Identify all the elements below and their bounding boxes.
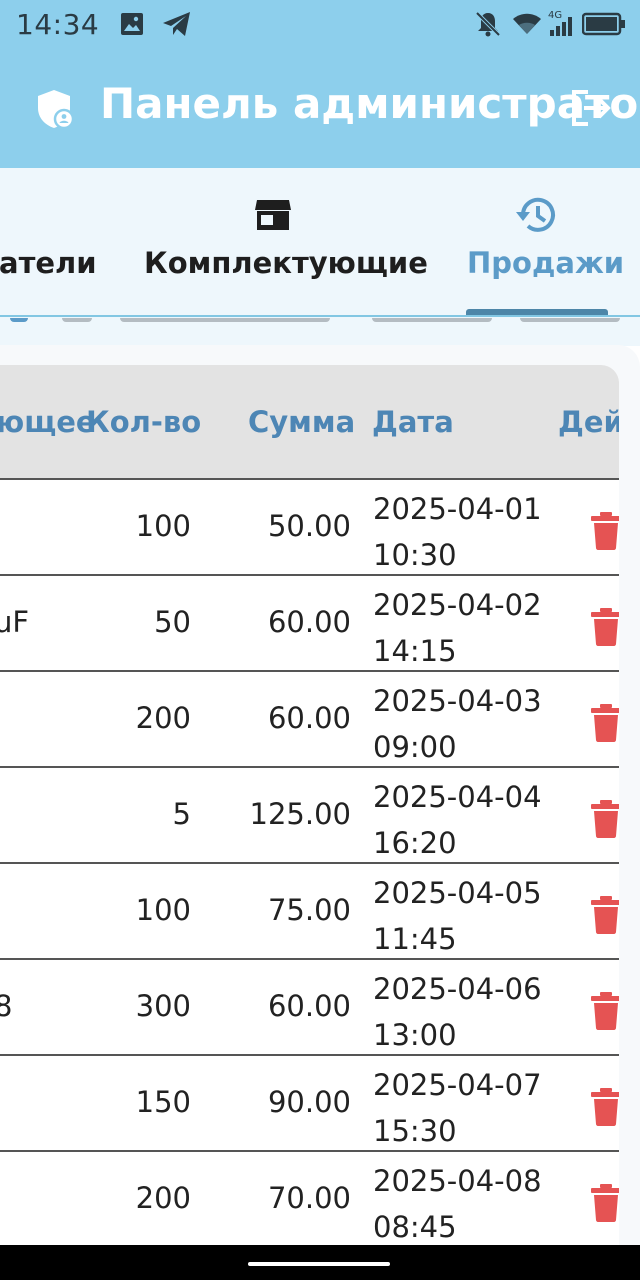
row-date: 2025-04-03 09:00 xyxy=(373,684,542,764)
tab-users-label: атели xyxy=(0,246,97,280)
network-type: 4G xyxy=(548,10,562,21)
row-date: 2025-04-08 08:45 xyxy=(373,1164,542,1244)
history-icon xyxy=(514,194,558,240)
screen: 14:34 4G Панель администратора атели Ком… xyxy=(0,0,640,1280)
battery-icon xyxy=(581,12,626,40)
row-date: 2025-04-02 14:15 xyxy=(373,588,542,668)
row-name: uF xyxy=(0,605,30,639)
tab-bar: атели Комплектующие Продажи xyxy=(0,168,640,318)
trash-icon[interactable] xyxy=(591,800,619,842)
row-sum: 60.00 xyxy=(267,605,351,639)
col-date[interactable]: Дата xyxy=(372,405,454,439)
table-row[interactable]: 100 75.00 2025-04-05 11:45 xyxy=(0,864,619,960)
wifi-icon xyxy=(512,12,542,40)
status-bar: 14:34 4G xyxy=(0,0,640,50)
row-date: 2025-04-01 10:30 xyxy=(373,492,542,572)
home-gesture-handle[interactable] xyxy=(248,1262,390,1266)
app-bar: Панель администратора xyxy=(0,50,640,168)
row-sum: 60.00 xyxy=(267,989,351,1023)
row-sum: 70.00 xyxy=(267,1181,351,1215)
gallery-icon xyxy=(120,12,144,40)
trash-icon[interactable] xyxy=(591,608,619,650)
row-qty: 100 xyxy=(135,893,191,927)
row-date: 2025-04-04 16:20 xyxy=(373,780,542,860)
tabs-divider xyxy=(0,315,640,317)
tab-sales-label: Продажи xyxy=(467,246,625,280)
status-time: 14:34 xyxy=(16,8,100,41)
row-date: 2025-04-07 15:30 xyxy=(373,1068,542,1148)
logout-icon[interactable] xyxy=(570,88,614,132)
row-qty: 200 xyxy=(135,1181,191,1215)
trash-icon[interactable] xyxy=(591,992,619,1034)
table-row[interactable]: 200 60.00 2025-04-03 09:00 xyxy=(0,672,619,768)
table-row[interactable]: 150 90.00 2025-04-07 15:30 xyxy=(0,1056,619,1152)
tab-sales[interactable]: Продажи xyxy=(455,168,624,318)
table-row[interactable]: 5 125.00 2025-04-04 16:20 xyxy=(0,768,619,864)
col-sum[interactable]: Сумма xyxy=(248,405,355,439)
table-row[interactable]: uF 50 60.00 2025-04-02 14:15 xyxy=(0,576,619,672)
table-row[interactable]: 100 50.00 2025-04-01 10:30 xyxy=(0,480,619,576)
tab-users[interactable]: атели xyxy=(0,168,110,318)
row-sum: 75.00 xyxy=(267,893,351,927)
col-name[interactable]: ющее xyxy=(0,405,96,439)
row-qty: 300 xyxy=(135,989,191,1023)
row-sum: 60.00 xyxy=(267,701,351,735)
admin-shield-icon xyxy=(36,88,76,134)
row-qty: 5 xyxy=(172,797,191,831)
page-title: Панель администратора xyxy=(100,79,640,128)
row-name: 8 xyxy=(0,989,13,1023)
table-header: ющее Кол-во Сумма Дата Дейст xyxy=(0,365,619,480)
row-date: 2025-04-05 11:45 xyxy=(373,876,542,956)
row-sum: 50.00 xyxy=(267,509,351,543)
col-quantity[interactable]: Кол-во xyxy=(86,405,201,439)
signal-4g-icon: 4G xyxy=(546,8,578,42)
trash-icon[interactable] xyxy=(591,704,619,746)
row-qty: 200 xyxy=(135,701,191,735)
trash-icon[interactable] xyxy=(591,896,619,938)
trash-icon[interactable] xyxy=(591,512,619,554)
row-date: 2025-04-06 13:00 xyxy=(373,972,542,1052)
col-actions: Дейст xyxy=(558,405,619,439)
row-qty: 150 xyxy=(135,1085,191,1119)
sales-card: ющее Кол-во Сумма Дата Дейст 100 50.00 2… xyxy=(0,345,640,1245)
tab-components-label: Комплектующие xyxy=(144,246,428,280)
trash-icon[interactable] xyxy=(591,1184,619,1226)
table-row[interactable]: 8 300 60.00 2025-04-06 13:00 xyxy=(0,960,619,1056)
telegram-icon xyxy=(162,11,192,41)
filter-row-peek xyxy=(0,318,640,346)
trash-icon[interactable] xyxy=(591,1088,619,1130)
tab-components[interactable]: Комплектующие xyxy=(130,168,428,318)
row-sum: 125.00 xyxy=(249,797,351,831)
store-icon xyxy=(254,198,292,236)
table-row[interactable]: 200 70.00 2025-04-08 08:45 xyxy=(0,1152,619,1245)
system-nav-bar xyxy=(0,1245,640,1280)
sales-table: ющее Кол-во Сумма Дата Дейст 100 50.00 2… xyxy=(0,365,619,1245)
row-sum: 90.00 xyxy=(267,1085,351,1119)
row-qty: 50 xyxy=(154,605,191,639)
bell-off-icon xyxy=(474,10,502,42)
row-qty: 100 xyxy=(135,509,191,543)
